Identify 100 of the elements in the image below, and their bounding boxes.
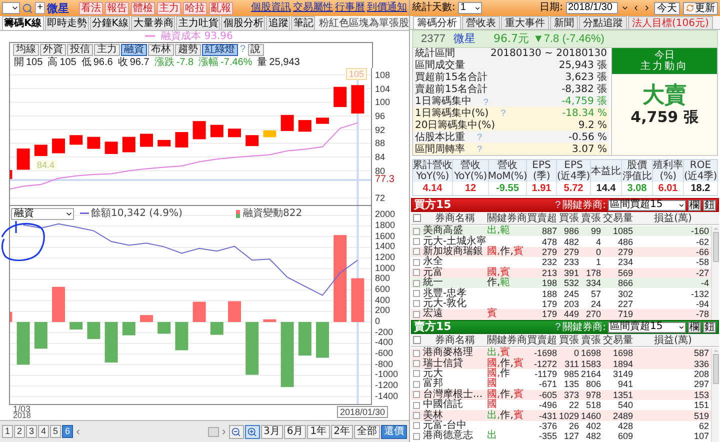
table-cell-text: 270 (584, 309, 602, 320)
table-cell-text: -160 (690, 226, 710, 236)
quote-label: 漲幅 (198, 56, 219, 68)
metric-name: EPS (532, 160, 551, 171)
stat-label: 區間周轉率 (415, 144, 465, 155)
table-cell-text: 232 (540, 257, 558, 268)
quote-label: 量 (257, 56, 268, 68)
broker-name: 元大-敦化 (423, 298, 467, 309)
broker-tag: 作, (500, 390, 514, 400)
year-label: 2018 (13, 412, 31, 420)
table-cell-text: 2489 (612, 410, 634, 421)
broker-name: 元富 (423, 268, 443, 278)
metric-name: 殖利率 (653, 160, 683, 171)
table-cell-text: -132 (690, 288, 710, 299)
legend-value: 10,342 (4.9%) (111, 208, 182, 219)
broker-tag: 作, (500, 246, 514, 257)
quote-label: 高 (48, 56, 58, 68)
broker-tag: 國, (487, 368, 500, 379)
table-cell-text: 941 (616, 379, 634, 390)
broker-tag: 國 (487, 379, 497, 390)
broker-tag: 作, (500, 410, 514, 421)
days-label: 統計天數: (412, 2, 456, 14)
axis-label: 600 (375, 284, 390, 294)
trend-amount: 4,759 張 (630, 108, 698, 126)
broker-tag: 賓 (513, 410, 524, 421)
table-cell-text: 1029 (559, 410, 580, 421)
table-cell-text: 302 (616, 288, 634, 299)
table-cell-text: 986 (562, 226, 580, 236)
broker-tag: 作 (500, 368, 510, 379)
table-cell-text: -62 (694, 236, 710, 247)
table-cell-text: 153 (692, 390, 710, 400)
broker-tag: 賓 (487, 309, 497, 320)
legend-label: 餘額 (91, 208, 111, 219)
metric-value: 4.14 (422, 182, 442, 195)
stat-label: 賣超前15名合計 (415, 84, 488, 96)
axis-label: 1000 (375, 262, 396, 273)
quote-value: -7.46% (220, 56, 252, 68)
table-cell-text: 1 (594, 257, 602, 268)
stat-label: 買超前15名合計 (415, 72, 488, 84)
stat-value: -0.56 % (568, 132, 607, 143)
metric-value: 3.08 (627, 182, 647, 195)
table-cell-text: -66 (694, 246, 710, 257)
table-cell-text: -671 (538, 379, 558, 390)
broker-tag: 賓 (513, 390, 524, 400)
legend-label: 融資變動 (243, 208, 283, 219)
quote-label: 漲跌 (154, 56, 174, 68)
metric-unit: (近4季) (557, 171, 590, 182)
table-cell-text: -1179 (534, 368, 558, 379)
metric-unit: (%) (660, 171, 676, 182)
broker-name: 元大-土城永寧 (423, 236, 487, 247)
table-cell-text: 203 (562, 298, 580, 309)
axis-label: 0 (375, 316, 380, 326)
table-cell-text: -496 (538, 400, 558, 410)
axis-label: 1800 (375, 220, 396, 230)
table-cell-text: 486 (616, 236, 634, 247)
price-axis-label: 100 (375, 97, 390, 108)
table-cell-text: 373 (562, 390, 580, 400)
table-cell-text: 188 (540, 288, 558, 299)
date-label: 日期: (540, 2, 563, 14)
table-cell-text: 57 (590, 288, 602, 299)
price-axis-label: 80 (375, 166, 386, 176)
broker-name: 美林 (423, 410, 443, 421)
broker-name: 港商德意志 (423, 431, 473, 442)
price-axis-label: 77.3 (375, 174, 394, 185)
axis-label: -1000 (375, 369, 398, 380)
broker-tag: 賓 (513, 358, 524, 369)
quote-value: 105 (26, 56, 43, 68)
axis-label: -1400 (375, 390, 398, 401)
date-tooltip: 2018/01/30 (337, 406, 388, 418)
price-axis-label: 88 (375, 138, 386, 148)
high-price-label: 105 (346, 68, 368, 80)
table-cell-text: 179 (540, 309, 558, 320)
low-price-label: 84.4 (35, 160, 57, 170)
broker-name: 永全 (423, 257, 443, 268)
table-cell-text: -431 (538, 410, 558, 421)
broker-name: 統一 (423, 278, 443, 288)
broker-tag: 出, (487, 348, 500, 358)
table-cell-text: 482 (562, 236, 580, 247)
table-cell-text: 866 (616, 278, 634, 288)
table-cell-text: 336 (692, 358, 710, 369)
table-cell-text: 532 (562, 278, 580, 288)
price-axis-label: 92 (375, 124, 386, 135)
table-cell-text: 569 (616, 268, 634, 278)
broker-tag: 賓 (500, 268, 510, 278)
axis-label: 200 (375, 305, 390, 316)
table-cell-text: 127 (562, 431, 580, 442)
broker-name: 台灣摩根士... (423, 390, 483, 400)
table-cell-text: 428 (616, 420, 634, 431)
metric-name: 營收 (460, 160, 480, 171)
table-cell-text: 107 (692, 431, 710, 442)
stat-value: -4,759 張 (562, 96, 607, 107)
panel-title: 買方15 (414, 199, 452, 211)
table-cell-text: 719 (616, 309, 634, 320)
table-cell-text: 198 (540, 278, 558, 288)
table-cell-text: 3149 (612, 368, 634, 379)
axis-label: 1200 (375, 252, 396, 262)
legend-value: 822 (283, 208, 302, 219)
stat-value: 25,943 張 (558, 60, 607, 72)
table-cell-text: 1085 (612, 226, 634, 236)
table-cell-text: -605 (538, 390, 558, 400)
